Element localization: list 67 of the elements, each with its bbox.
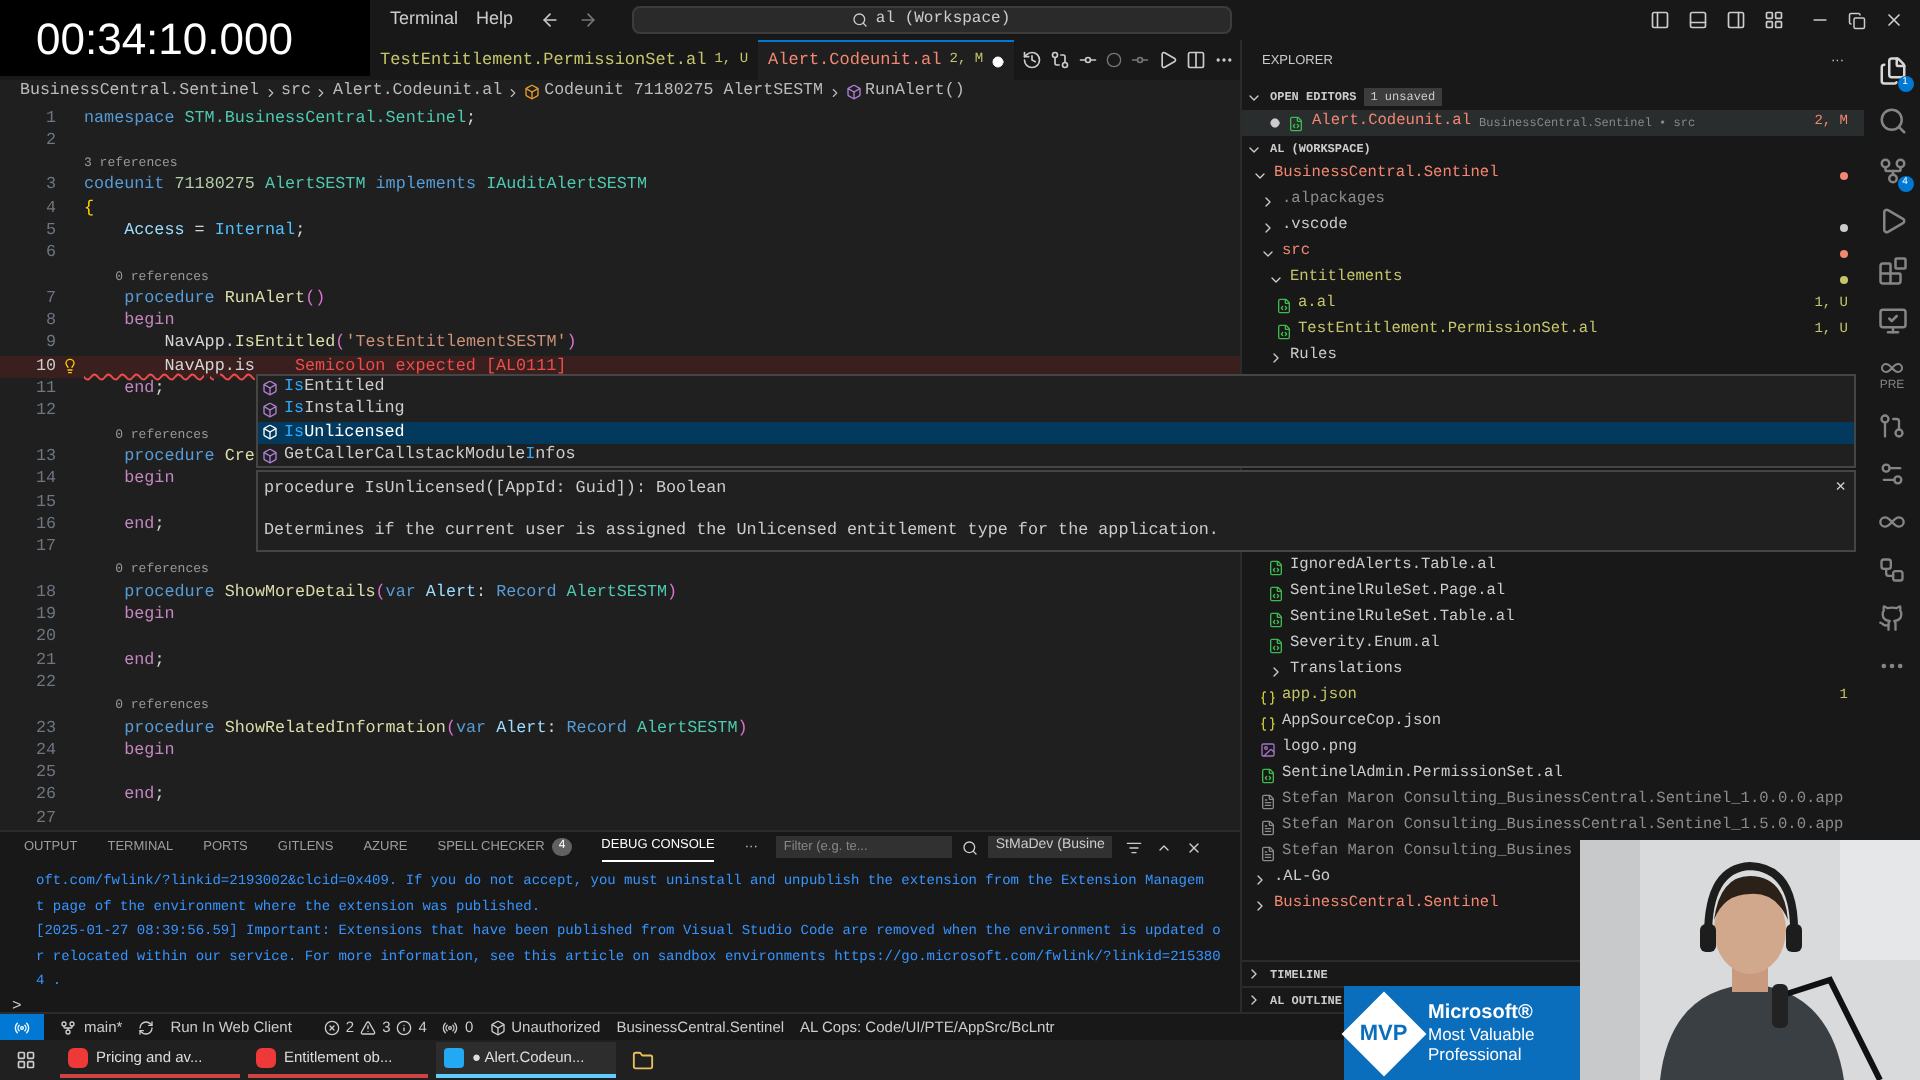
breadcrumb-item[interactable]: RunAlert()	[865, 80, 965, 105]
suggestion-item[interactable]: GetCallerCallstackModuleInfos	[258, 443, 1854, 467]
code-line: procedure RunAlert()	[122, 287, 326, 311]
line-number: 2	[43, 129, 56, 153]
code-line: begin	[122, 739, 175, 763]
breadcrumb-item[interactable]: BusinessCentral.Sentinel	[20, 80, 259, 105]
line-number: 24	[33, 739, 56, 763]
menu-item[interactable]: Terminal	[390, 6, 459, 34]
code-line: begin	[122, 310, 175, 333]
code-line: codeunit 71180275 AlertSESTM implements IAuditAlertSESTM	[84, 174, 647, 198]
line-number: 15	[33, 491, 56, 514]
console-prompt[interactable]: >	[0, 995, 1240, 1019]
code-line: procedure ShowRelatedInformation(var Alert: Record AlertSESTM)	[122, 717, 748, 740]
line-number: 22	[33, 671, 56, 695]
line-number: 23	[33, 717, 56, 740]
code-line: {	[84, 197, 95, 220]
title-text: Professional	[1428, 1043, 1524, 1063]
code-line: end;	[122, 649, 165, 672]
suggestion-item[interactable]: IsEntitled	[258, 376, 1854, 399]
line-number: 16	[33, 513, 56, 537]
code-line: end;	[122, 513, 165, 537]
brand-text: Microsoft®	[1428, 1003, 1535, 1023]
line-number: 3	[43, 174, 56, 198]
line-number: 20	[33, 626, 56, 650]
line-number: 13	[33, 445, 56, 469]
line-number: 12	[33, 400, 56, 424]
close-button[interactable]: ×	[1835, 476, 1846, 503]
line-number: 18	[33, 581, 56, 605]
code-line: begin	[122, 604, 175, 627]
line-number: 9	[43, 332, 56, 356]
signature-text: procedure IsUnlicensed([AppId: Guid]): Boolean	[264, 476, 727, 502]
menu-item[interactable]: Help	[476, 6, 514, 34]
breadcrumb-item[interactable]: src	[281, 80, 311, 105]
line-number: 14	[33, 468, 56, 492]
line-number: 27	[33, 807, 56, 830]
timestamp-overlay: 00:34:10.000	[0, 0, 370, 76]
line-number: 4	[43, 197, 56, 220]
mvp-mark: MVP	[1360, 1018, 1408, 1049]
breadcrumb-item[interactable]: Codeunit 71180275 AlertSESTM	[544, 80, 824, 105]
code-line: end;	[122, 784, 165, 808]
line-number: 19	[33, 604, 56, 627]
error-message: Semicolon expected [AL0111]	[294, 355, 567, 377]
breadcrumb-item[interactable]: Alert.Codeunit.al	[332, 80, 503, 105]
code-line: namespace STM.BusinessCentral.Sentinel;	[84, 107, 477, 130]
suggestion-item[interactable]: IsUnlicensed	[258, 421, 1854, 444]
code-line: procedure Cre	[122, 445, 255, 469]
description-text: Determines if the current user is assigned the Unlicensed entitlement type for the application.	[264, 517, 1219, 543]
line-number: 10	[33, 355, 56, 379]
line-number: 17	[33, 536, 56, 559]
code-line: begin	[122, 468, 175, 492]
code-line: NavApp.IsEntitled('TestEntitlementSESTM')	[162, 332, 577, 356]
line-number: 5	[43, 219, 56, 243]
code-line: Access = Internal;	[122, 219, 306, 243]
line-number: 7	[43, 287, 56, 311]
line-number: 8	[43, 310, 56, 333]
title-text: Most Valuable	[1428, 1023, 1535, 1043]
code-line: procedure ShowMoreDetails(var Alert: Record AlertSESTM)	[122, 581, 678, 605]
code-line: end;	[122, 378, 165, 401]
line-number: 25	[33, 762, 56, 785]
suggestion-item[interactable]: IsInstalling	[258, 398, 1854, 422]
line-number: 6	[43, 242, 56, 266]
line-number: 26	[33, 784, 56, 808]
command-center[interactable]: al (Workspace)	[631, 6, 1232, 34]
line-number: 1	[43, 107, 56, 130]
line-number: 11	[33, 378, 56, 401]
code-line: NavApp.is	[162, 355, 255, 379]
line-number: 21	[33, 649, 56, 672]
